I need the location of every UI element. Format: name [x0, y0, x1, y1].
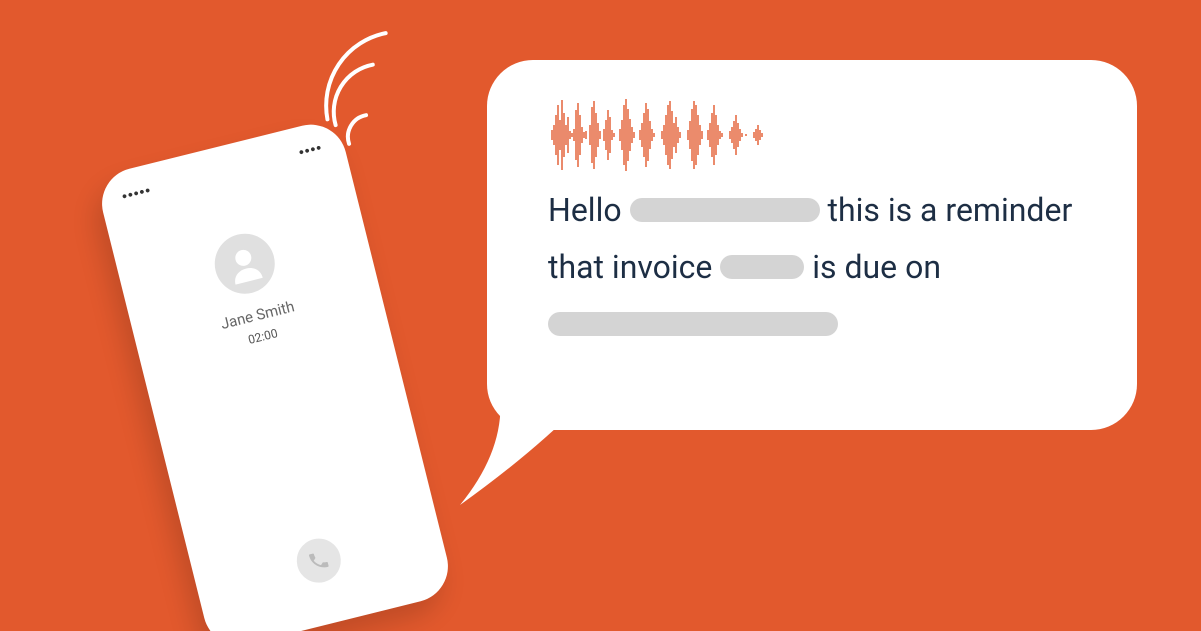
- phone-hangup-icon: [305, 547, 332, 574]
- placeholder-name: [630, 198, 820, 222]
- audio-waveform-icon: [548, 95, 848, 175]
- status-right: ●●●●: [297, 142, 323, 158]
- status-left: ●●●●●: [121, 184, 152, 202]
- phone-mockup: ●●●●● ●●●● Jane Smith 02:00: [94, 117, 455, 631]
- user-icon: [221, 239, 269, 287]
- hangup-button[interactable]: [292, 534, 345, 587]
- msg-text-3: is due on: [812, 248, 941, 286]
- placeholder-invoice: [720, 255, 804, 279]
- placeholder-date: [548, 312, 838, 336]
- phone-status-bar: ●●●●● ●●●●: [109, 132, 334, 209]
- call-timer: 02:00: [247, 326, 279, 347]
- illustration-stage: ●●●●● ●●●● Jane Smith 02:00: [0, 0, 1201, 631]
- voicemail-script: Hello this is a reminder that invoice is…: [548, 182, 1108, 353]
- caller-avatar: [208, 227, 281, 300]
- caller-name: Jane Smith: [219, 297, 296, 333]
- speech-bubble-tail: [440, 355, 590, 505]
- msg-text-1: Hello: [548, 191, 630, 229]
